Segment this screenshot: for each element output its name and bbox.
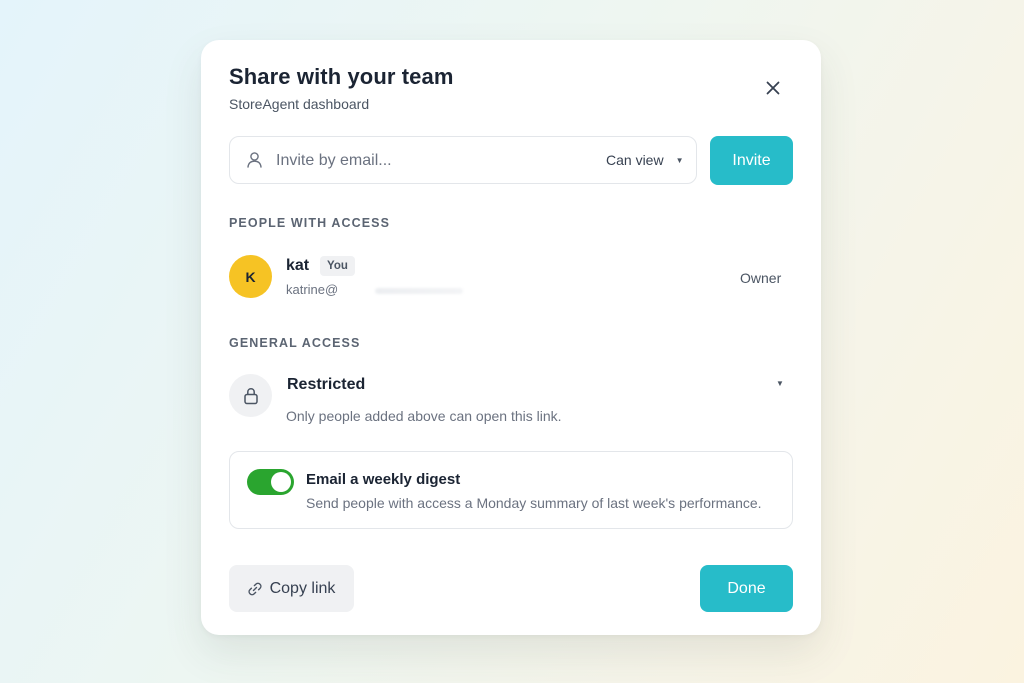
- lock-icon: [229, 374, 272, 417]
- share-dialog: Share with your team StoreAgent dashboar…: [201, 40, 821, 635]
- invite-button[interactable]: Invite: [710, 136, 793, 185]
- person-name: kat: [286, 257, 310, 274]
- copy-link-label: Copy link: [269, 579, 336, 597]
- close-button[interactable]: [759, 74, 787, 102]
- avatar: K: [229, 255, 272, 298]
- permission-select-value: Can view: [606, 152, 664, 168]
- general-access-row[interactable]: Restricted Only people added above can o…: [229, 373, 793, 429]
- caret-down-icon: ▼: [675, 155, 684, 165]
- invite-email-input[interactable]: [274, 145, 588, 177]
- access-description: Only people added above can open this li…: [286, 408, 562, 424]
- dialog-subtitle: StoreAgent dashboard: [229, 96, 370, 112]
- person-role: Owner: [740, 270, 782, 286]
- redacted-email-domain: [375, 288, 463, 294]
- person-email: katrine@: [286, 282, 339, 297]
- weekly-digest-card: Email a weekly digest Send people with a…: [229, 451, 793, 529]
- dialog-title: Share with your team: [229, 64, 454, 89]
- people-section-label: PEOPLE WITH ACCESS: [229, 216, 391, 230]
- digest-description: Send people with access a Monday summary…: [306, 495, 762, 511]
- invite-field-group: Can view ▼: [229, 136, 697, 184]
- general-access-label: GENERAL ACCESS: [229, 336, 361, 350]
- user-icon: [246, 151, 263, 173]
- close-icon: [766, 81, 780, 95]
- person-row: K kat You katrine@ Owner: [229, 255, 793, 301]
- access-level: Restricted: [287, 376, 366, 393]
- caret-down-icon[interactable]: ▼: [776, 379, 784, 388]
- you-badge: You: [320, 256, 355, 276]
- copy-link-button[interactable]: Copy link: [229, 565, 354, 612]
- weekly-digest-toggle[interactable]: [247, 469, 294, 495]
- toggle-knob: [271, 472, 291, 492]
- done-button[interactable]: Done: [700, 565, 793, 612]
- link-icon: [247, 582, 262, 595]
- digest-title: Email a weekly digest: [306, 471, 461, 488]
- permission-select[interactable]: Can view ▼: [606, 152, 684, 168]
